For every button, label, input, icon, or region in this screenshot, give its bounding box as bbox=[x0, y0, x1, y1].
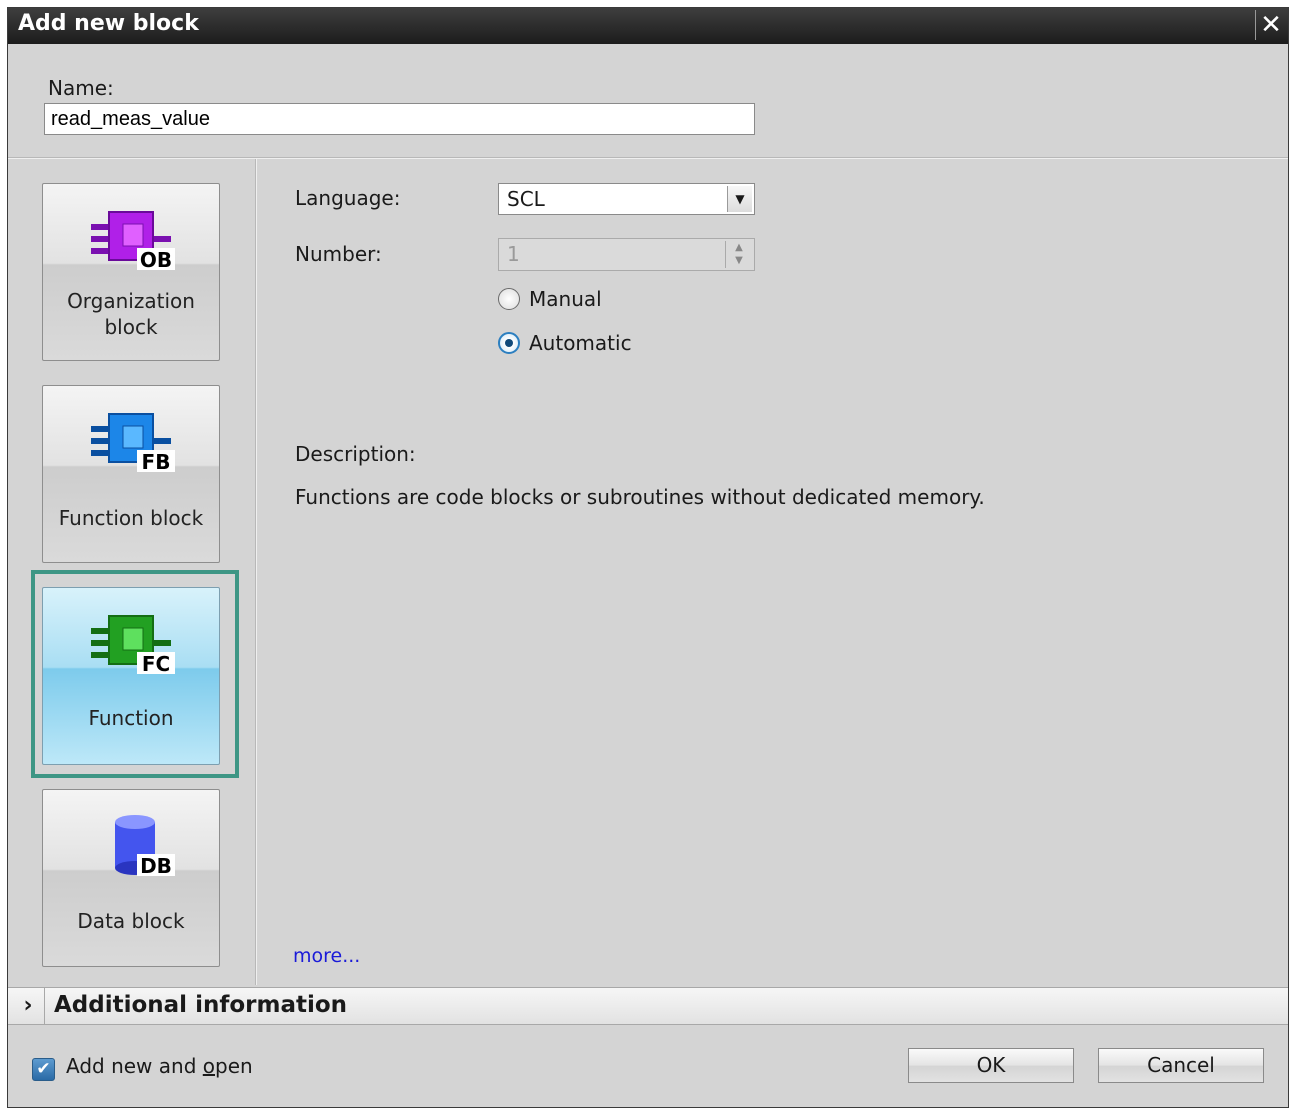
description-label: Description: bbox=[295, 442, 416, 466]
title-bar: Add new block ✕ bbox=[8, 8, 1288, 44]
more-link[interactable]: more... bbox=[293, 945, 360, 967]
chevron-right-icon[interactable]: › bbox=[12, 988, 45, 1024]
description-text: Functions are code blocks or subroutines… bbox=[295, 485, 985, 509]
manual-radio-option[interactable]: Manual bbox=[498, 287, 602, 311]
function-block-icon: FB bbox=[91, 413, 175, 474]
organization-block-icon: OB bbox=[91, 211, 175, 272]
svg-text:DB: DB bbox=[140, 854, 172, 878]
add-and-open-checkbox[interactable]: ✔ bbox=[32, 1058, 55, 1081]
automatic-label: Automatic bbox=[529, 331, 632, 355]
add-new-block-dialog: Add new block ✕ Name: OB Organization bl… bbox=[7, 7, 1289, 1108]
selection-frame bbox=[31, 570, 239, 778]
language-select[interactable]: SCL ▼ bbox=[498, 183, 755, 215]
svg-text:OB: OB bbox=[140, 248, 172, 272]
dialog-title: Add new block bbox=[18, 11, 199, 36]
add-and-open-label: Add new and open bbox=[66, 1054, 253, 1078]
block-label: Function block bbox=[58, 506, 204, 530]
ok-button[interactable]: OK bbox=[908, 1048, 1074, 1083]
spin-arrows-icon: ▲ ▼ bbox=[725, 241, 752, 268]
data-block-button[interactable]: DB Data block bbox=[42, 789, 220, 967]
number-spinbox: 1 ▲ ▼ bbox=[498, 238, 755, 271]
name-input[interactable] bbox=[44, 103, 755, 135]
number-value: 1 bbox=[507, 242, 520, 266]
cancel-button[interactable]: Cancel bbox=[1098, 1048, 1264, 1083]
additional-information-section[interactable]: › Additional information bbox=[8, 987, 1288, 1025]
name-label: Name: bbox=[48, 76, 114, 100]
chevron-down-icon[interactable]: ▼ bbox=[727, 186, 752, 212]
language-label: Language: bbox=[295, 186, 401, 210]
divider bbox=[255, 159, 257, 985]
additional-information-label: Additional information bbox=[54, 992, 348, 1018]
svg-text:FB: FB bbox=[142, 450, 171, 474]
function-block-button[interactable]: FB Function block bbox=[42, 385, 220, 563]
automatic-radio[interactable] bbox=[498, 332, 520, 354]
block-label: Organization block bbox=[67, 289, 195, 339]
manual-label: Manual bbox=[529, 287, 602, 311]
language-value: SCL bbox=[507, 187, 545, 211]
automatic-radio-option[interactable]: Automatic bbox=[498, 331, 632, 355]
block-label: Data block bbox=[77, 909, 185, 933]
number-label: Number: bbox=[295, 242, 382, 266]
data-block-icon: DB bbox=[115, 815, 175, 878]
close-icon[interactable]: ✕ bbox=[1255, 10, 1286, 40]
organization-block-button[interactable]: OB Organization block bbox=[42, 183, 220, 361]
manual-radio[interactable] bbox=[498, 288, 520, 310]
